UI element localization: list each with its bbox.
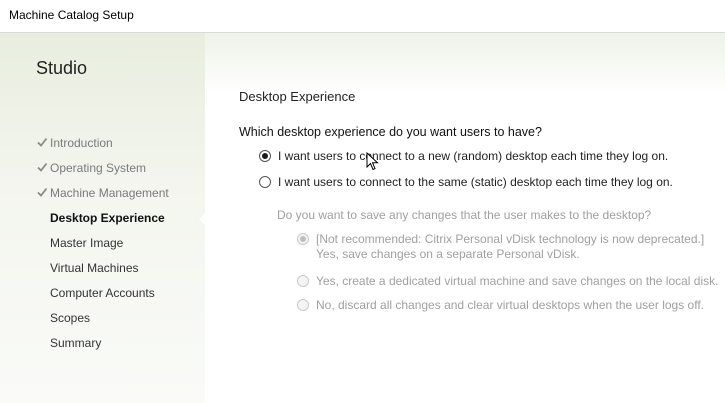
radio-label: No, discard all changes and clear virtua…: [316, 298, 704, 312]
check-icon: [37, 187, 48, 197]
radio-label[interactable]: I want users to connect to a new (random…: [278, 149, 668, 164]
radio-button[interactable]: [259, 150, 271, 162]
step-label: Scopes: [50, 311, 91, 325]
radio-random-desktop[interactable]: I want users to connect to a new (random…: [259, 149, 668, 164]
check-icon: [37, 137, 48, 147]
step-label: Master Image: [50, 236, 124, 250]
step-label: Introduction: [50, 136, 113, 150]
radio-button[interactable]: [297, 275, 309, 287]
radio-label: Yes, create a dedicated virtual machine …: [316, 274, 719, 288]
experience-question: Which desktop experience do you want use…: [239, 125, 542, 139]
radio-static-desktop[interactable]: I want users to connect to the same (sta…: [259, 175, 673, 190]
radio-dedicated-vm[interactable]: Yes, create a dedicated virtual machine …: [297, 274, 718, 289]
main-panel: Desktop Experience Which desktop experie…: [205, 33, 725, 403]
radio-label[interactable]: I want users to connect to the same (sta…: [278, 175, 673, 190]
radio-personal-vdisk[interactable]: [Not recommended: Citrix Personal vDisk …: [297, 232, 704, 262]
step-introduction[interactable]: Introduction: [0, 131, 205, 156]
step-label: Virtual Machines: [50, 261, 139, 275]
step-desktop-experience[interactable]: Desktop Experience: [0, 206, 206, 231]
step-summary: Summary: [0, 331, 205, 356]
save-changes-question: Do you want to save any changes that the…: [277, 208, 652, 222]
radio-button[interactable]: [297, 233, 309, 245]
step-master-image: Master Image: [0, 231, 205, 256]
step-label: Summary: [50, 336, 102, 350]
radio-discard-changes[interactable]: No, discard all changes and clear virtua…: [297, 298, 704, 313]
step-label: Desktop Experience: [50, 211, 165, 225]
title-bar: Machine Catalog Setup: [0, 0, 725, 33]
section-title: Desktop Experience: [239, 89, 356, 104]
mouse-cursor-icon: [366, 152, 379, 171]
radio-button[interactable]: [259, 176, 271, 188]
radio-button[interactable]: [297, 299, 309, 311]
step-operating-system[interactable]: Operating System: [0, 156, 205, 181]
radio-label-line1: [Not recommended: Citrix Personal vDisk …: [316, 232, 705, 246]
header-gradient: [205, 33, 725, 93]
step-virtual-machines: Virtual Machines: [0, 256, 205, 281]
sidebar-heading: Studio: [36, 58, 88, 78]
wizard-steps: Introduction Operating System Machine Ma…: [0, 131, 206, 356]
step-scopes: Scopes: [0, 306, 205, 331]
step-machine-management[interactable]: Machine Management: [0, 181, 205, 206]
window-title: Machine Catalog Setup: [9, 8, 134, 22]
step-computer-accounts: Computer Accounts: [0, 281, 205, 306]
step-label: Machine Management: [50, 186, 169, 200]
step-label: Computer Accounts: [50, 286, 155, 300]
radio-label-line2: Yes, save changes on a separate Personal…: [316, 247, 580, 261]
step-label: Operating System: [50, 161, 147, 175]
check-icon: [37, 162, 48, 172]
